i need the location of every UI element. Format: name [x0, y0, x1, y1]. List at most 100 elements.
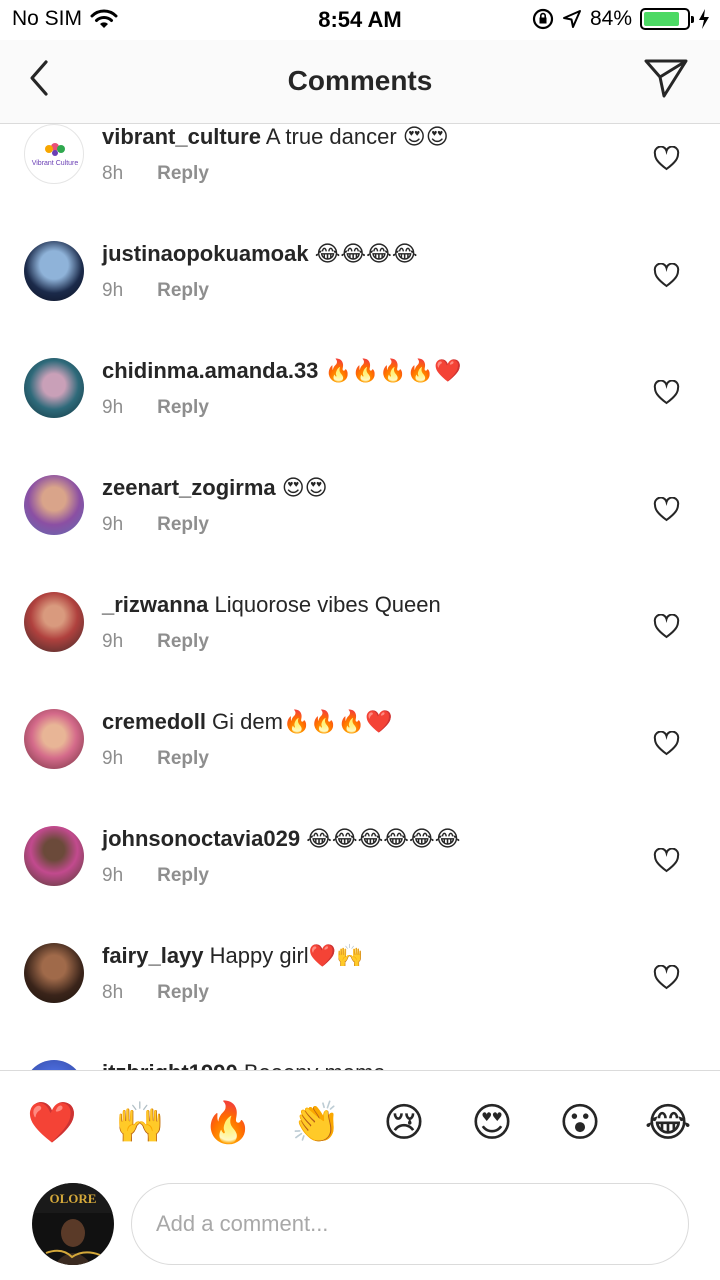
- emoji-crying-button[interactable]: 😢: [374, 1099, 434, 1147]
- comment-row: fairy_layy Happy girl❤️🙌 8h Reply: [0, 919, 720, 1036]
- comment-time: 9h: [102, 748, 124, 769]
- avatar[interactable]: Vibrant Culture: [24, 124, 84, 184]
- charging-icon: [699, 9, 709, 29]
- direct-send-icon[interactable]: [642, 56, 690, 100]
- comment-body: justinaopokuamoak 😂😂😂😂: [102, 241, 418, 267]
- reply-button[interactable]: Reply: [157, 865, 209, 887]
- comments-list[interactable]: Vibrant Culture vibrant_culture A true d…: [0, 124, 720, 1070]
- avatar[interactable]: [24, 592, 84, 652]
- comment-body: fairy_layy Happy girl❤️🙌: [102, 943, 363, 969]
- reply-button[interactable]: Reply: [157, 748, 209, 770]
- comment-text: Beeeny mama: [238, 1060, 386, 1070]
- comment-text: 🔥🔥🔥🔥❤️: [318, 358, 462, 383]
- emoji-surprised-button[interactable]: 😮: [550, 1099, 610, 1147]
- comment-body: zeenart_zogirma 😍😍: [102, 475, 328, 501]
- comment-time: 8h: [102, 982, 124, 1003]
- emoji-fire-button[interactable]: 🔥: [198, 1099, 258, 1147]
- avatar[interactable]: [24, 241, 84, 301]
- vibrant-culture-logo-icon: Vibrant Culture: [32, 143, 79, 167]
- comment-meta: 8h Reply: [102, 982, 209, 1004]
- page-title: Comments: [287, 65, 433, 96]
- comment-meta: 8h Reply: [102, 163, 209, 185]
- quick-emoji-row: ❤️ 🙌 🔥 👏 😢 😍 😮 😂: [0, 1099, 720, 1147]
- add-comment-input[interactable]: [131, 1183, 689, 1265]
- emoji-clap-button[interactable]: 👏: [286, 1099, 346, 1147]
- emoji-heart-button[interactable]: ❤️: [22, 1099, 82, 1147]
- comment-body: vibrant_culture A true dancer 😍😍: [102, 124, 449, 150]
- comment-username[interactable]: johnsonoctavia029: [102, 826, 300, 851]
- avatar[interactable]: [24, 826, 84, 886]
- comment-row: chidinma.amanda.33 🔥🔥🔥🔥❤️ 9h Reply: [0, 334, 720, 451]
- comment-text: 😂😂😂😂😂😂: [300, 826, 461, 851]
- reply-button[interactable]: Reply: [157, 163, 209, 185]
- comment-username[interactable]: fairy_layy: [102, 943, 204, 968]
- comment-row: cremedoll Gi dem🔥🔥🔥❤️ 9h Reply: [0, 685, 720, 802]
- avatar[interactable]: [24, 475, 84, 535]
- comment-text: A true dancer 😍😍: [260, 124, 449, 149]
- emoji-laughing-button[interactable]: 😂: [638, 1099, 698, 1147]
- comment-username[interactable]: vibrant_culture: [102, 124, 261, 149]
- emoji-raised-hands-button[interactable]: 🙌: [110, 1099, 170, 1147]
- comment-time: 8h: [102, 163, 124, 184]
- composer-avatar: OLORE: [32, 1183, 114, 1265]
- reply-button[interactable]: Reply: [157, 397, 209, 419]
- comment-body: chidinma.amanda.33 🔥🔥🔥🔥❤️: [102, 358, 462, 384]
- avatar[interactable]: [24, 709, 84, 769]
- comment-row: Vibrant Culture vibrant_culture A true d…: [0, 124, 720, 217]
- emoji-heart-eyes-button[interactable]: 😍: [462, 1099, 522, 1147]
- comment-body: _rizwanna Liquorose vibes Queen: [102, 592, 441, 618]
- reply-button[interactable]: Reply: [157, 631, 209, 653]
- comment-row: zeenart_zogirma 😍😍 9h Reply: [0, 451, 720, 568]
- like-heart-icon[interactable]: [653, 614, 680, 639]
- comment-username[interactable]: chidinma.amanda.33: [102, 358, 318, 383]
- like-heart-icon[interactable]: [653, 848, 680, 873]
- comment-text: Liquorose vibes Queen: [208, 592, 441, 617]
- comment-meta: 9h Reply: [102, 631, 209, 653]
- like-heart-icon[interactable]: [653, 146, 680, 171]
- comment-body: johnsonoctavia029 😂😂😂😂😂😂: [102, 826, 460, 852]
- comment-text: 😍😍: [275, 475, 328, 500]
- comment-text: 😂😂😂😂: [308, 241, 418, 266]
- comment-meta: 9h Reply: [102, 514, 209, 536]
- comment-row: johnsonoctavia029 😂😂😂😂😂😂 9h Reply: [0, 802, 720, 919]
- battery-icon: [640, 8, 694, 30]
- olore-avatar-image: OLORE: [32, 1183, 114, 1265]
- battery-percent: 84%: [589, 7, 632, 30]
- like-heart-icon[interactable]: [653, 380, 680, 405]
- location-icon: [562, 10, 581, 28]
- like-heart-icon[interactable]: [653, 263, 680, 288]
- comment-text: Gi dem🔥🔥🔥❤️: [205, 709, 393, 734]
- comment-row: justinaopokuamoak 😂😂😂😂 9h Reply: [0, 217, 720, 334]
- reply-button[interactable]: Reply: [157, 982, 209, 1004]
- comment-time: 9h: [102, 280, 124, 301]
- comment-meta: 9h Reply: [102, 397, 209, 419]
- comment-username[interactable]: itzbright1990: [102, 1060, 238, 1070]
- avatar[interactable]: [24, 358, 84, 418]
- avatar[interactable]: [24, 943, 84, 1003]
- comment-composer: ❤️ 🙌 🔥 👏 😢 😍 😮 😂 OLORE: [0, 1070, 720, 1280]
- like-heart-icon[interactable]: [653, 731, 680, 756]
- like-heart-icon[interactable]: [653, 965, 680, 990]
- reply-button[interactable]: Reply: [157, 280, 209, 302]
- comment-text: Happy girl❤️🙌: [203, 943, 364, 968]
- comment-meta: 9h Reply: [102, 280, 209, 302]
- comment-time: 9h: [102, 865, 124, 886]
- like-heart-icon[interactable]: [653, 497, 680, 522]
- reply-button[interactable]: Reply: [157, 514, 209, 536]
- comment-meta: 9h Reply: [102, 748, 209, 770]
- comment-row: _rizwanna Liquorose vibes Queen 9h Reply: [0, 568, 720, 685]
- comment-time: 9h: [102, 514, 124, 535]
- header: Comments: [0, 40, 720, 124]
- comment-time: 9h: [102, 631, 124, 652]
- comment-username[interactable]: cremedoll: [102, 709, 206, 734]
- avatar-logo-text: Vibrant Culture: [32, 160, 79, 167]
- comment-row: itzbright1990 Beeeny mama: [0, 1036, 720, 1070]
- comment-username[interactable]: zeenart_zogirma: [102, 475, 276, 500]
- comment-meta: 9h Reply: [102, 865, 209, 887]
- comment-username[interactable]: justinaopokuamoak: [102, 241, 309, 266]
- avatar[interactable]: [24, 1060, 84, 1070]
- comment-body: cremedoll Gi dem🔥🔥🔥❤️: [102, 709, 393, 735]
- battery-fill: [644, 12, 680, 26]
- comment-body: itzbright1990 Beeeny mama: [102, 1060, 386, 1070]
- comment-username[interactable]: _rizwanna: [102, 592, 208, 617]
